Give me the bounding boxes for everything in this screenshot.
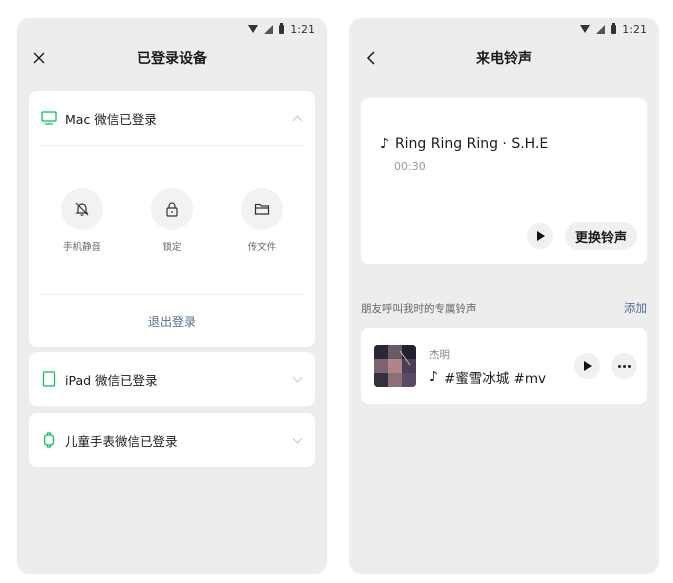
chevron-down-icon xyxy=(292,372,303,382)
friend-name: 杰明 xyxy=(429,349,450,361)
action-circle xyxy=(241,188,283,230)
nav-bar: 来电铃声 xyxy=(349,42,659,74)
device-card-mac: Mac 微信已登录 手机静音 锁定 传文件 退出登录 xyxy=(29,91,315,347)
friend-ringtone-card[interactable]: 杰明 ♪ #蜜雪冰城 #mv xyxy=(361,328,647,404)
wifi-icon xyxy=(248,25,259,33)
current-ringtone-card: ♪ Ring Ring Ring · S.H.E 00:30 更换铃声 xyxy=(361,98,647,264)
lock-icon xyxy=(166,202,178,217)
play-button[interactable] xyxy=(526,223,553,249)
transfer-file-button[interactable]: 传文件 xyxy=(227,188,297,294)
more-button[interactable] xyxy=(611,353,637,379)
signal-icon xyxy=(264,24,274,34)
close-icon xyxy=(33,52,45,64)
album-thumbnail xyxy=(374,345,416,387)
action-circle xyxy=(151,188,193,230)
logged-in-devices-screen: 1:21 已登录设备 Mac 微信已登录 手机静音 锁定 传文件 退出登录 iP… xyxy=(17,18,327,574)
ringtone-duration: 00:30 xyxy=(394,160,426,173)
watch-icon xyxy=(43,432,55,448)
ringtone-screen: 1:21 来电铃声 ♪ Ring Ring Ring · S.H.E 00:30… xyxy=(349,18,659,574)
mute-phone-button[interactable]: 手机静音 xyxy=(47,188,117,294)
friend-song-row: ♪ #蜜雪冰城 #mv xyxy=(429,367,546,387)
device-card-ipad: iPad 微信已登录 xyxy=(29,352,315,406)
bell-off-icon xyxy=(75,202,89,216)
close-button[interactable] xyxy=(29,48,49,68)
monitor-icon xyxy=(41,111,57,125)
friend-ringtone-controls xyxy=(574,353,637,379)
play-icon xyxy=(584,361,592,371)
battery-icon xyxy=(279,22,285,34)
add-button[interactable]: 添加 xyxy=(624,300,647,316)
play-button[interactable] xyxy=(574,353,600,379)
battery-icon xyxy=(611,22,617,34)
ringtone-title: Ring Ring Ring · S.H.E xyxy=(394,136,549,152)
chevron-down-icon xyxy=(292,433,303,443)
action-circle xyxy=(61,188,103,230)
device-label: Mac 微信已登录 xyxy=(65,111,157,127)
status-bar: 1:21 xyxy=(580,22,647,36)
action-label: 传文件 xyxy=(247,242,277,253)
device-card-watch: 儿童手表微信已登录 xyxy=(29,413,315,467)
page-title: 已登录设备 xyxy=(137,51,207,67)
change-ringtone-button[interactable]: 更换铃声 xyxy=(564,222,637,250)
device-actions: 手机静音 锁定 传文件 xyxy=(29,146,315,294)
nav-bar: 已登录设备 xyxy=(17,42,327,74)
status-time: 1:21 xyxy=(622,22,647,36)
section-title: 朋友呼叫我时的专属铃声 xyxy=(361,302,477,315)
ringtone-title-row: ♪ Ring Ring Ring · S.H.E xyxy=(380,136,548,152)
lock-button[interactable]: 锁定 xyxy=(137,188,207,294)
more-icon xyxy=(617,364,631,368)
chevron-up-icon xyxy=(292,115,303,125)
device-row-mac[interactable]: Mac 微信已登录 xyxy=(29,91,315,145)
friend-song-title: #蜜雪冰城 #mv xyxy=(443,371,546,387)
logout-button[interactable]: 退出登录 xyxy=(29,295,315,347)
action-label: 锁定 xyxy=(162,242,182,253)
folder-icon xyxy=(254,203,270,215)
friend-ringtone-section-header: 朋友呼叫我时的专属铃声 添加 xyxy=(361,300,647,316)
device-label: 儿童手表微信已登录 xyxy=(65,433,178,449)
music-note-icon: ♪ xyxy=(429,369,438,385)
play-icon xyxy=(536,231,545,241)
music-note-icon: ♪ xyxy=(380,136,389,152)
chevron-left-icon xyxy=(366,51,375,65)
album-art-image xyxy=(374,345,416,387)
wifi-icon xyxy=(580,25,591,33)
device-row-ipad[interactable]: iPad 微信已登录 xyxy=(29,352,315,406)
action-label: 手机静音 xyxy=(62,242,101,253)
tablet-icon xyxy=(42,371,56,387)
page-title: 来电铃声 xyxy=(476,51,532,67)
device-label: iPad 微信已登录 xyxy=(65,372,158,388)
status-bar: 1:21 xyxy=(248,22,315,36)
status-time: 1:21 xyxy=(290,22,315,36)
back-button[interactable] xyxy=(361,48,381,68)
device-row-watch[interactable]: 儿童手表微信已登录 xyxy=(29,413,315,467)
ringtone-controls: 更换铃声 xyxy=(526,222,637,250)
signal-icon xyxy=(596,24,606,34)
